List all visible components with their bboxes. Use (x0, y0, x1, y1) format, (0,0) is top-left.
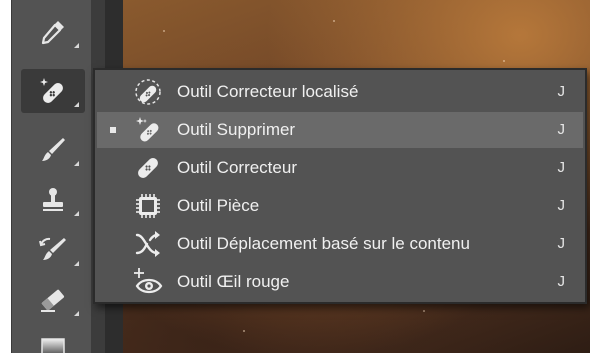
brush-icon (42, 138, 65, 161)
healing-brush-icon (133, 153, 163, 183)
canvas-speck (243, 330, 245, 332)
tool-flyout-menu: Outil Correcteur localisé J Outil Suppri… (93, 68, 587, 304)
canvas-speck (423, 310, 425, 312)
menu-item-label: Outil Déplacement basé sur le contenu (177, 234, 470, 253)
menu-item-label: Outil Correcteur (177, 158, 297, 177)
eraser-tool[interactable] (21, 278, 85, 322)
history-brush-icon (39, 237, 66, 260)
menu-item-label: Outil Correcteur localisé (177, 82, 359, 101)
menu-item-shortcut: J (557, 121, 566, 138)
gradient-icon (41, 338, 65, 353)
patch-icon (133, 191, 163, 221)
menu-item-patch[interactable]: Outil Pièce J (97, 188, 583, 224)
content-aware-move-icon (133, 229, 163, 259)
healing-bandage-sparkle-icon (40, 78, 63, 103)
red-eye-icon (133, 267, 163, 297)
remove-tool-icon (133, 115, 163, 145)
menu-item-label: Outil Supprimer (177, 120, 296, 139)
tool-group-indicator (74, 43, 79, 48)
tool-group-indicator (74, 311, 79, 316)
menu-item-shortcut: J (557, 197, 566, 214)
tool-group-indicator (74, 161, 79, 166)
tool-group-indicator (74, 211, 79, 216)
stamp-icon (43, 188, 63, 211)
selected-indicator (110, 127, 116, 133)
menu-item-content-aware-move[interactable]: Outil Déplacement basé sur le contenu J (97, 226, 583, 262)
menu-item-shortcut: J (557, 235, 566, 252)
clone-stamp-tool[interactable] (21, 178, 85, 222)
canvas-speck (333, 20, 335, 22)
menu-item-label: Outil Œil rouge (177, 272, 290, 291)
menu-item-spot-healing-brush[interactable]: Outil Correcteur localisé J (97, 74, 583, 110)
canvas-speck (503, 60, 505, 62)
menu-item-shortcut: J (557, 159, 566, 176)
menu-item-shortcut: J (557, 273, 566, 290)
spot-healing-brush-icon (133, 77, 163, 107)
eraser-icon (41, 289, 65, 312)
spot-healing-tool[interactable] (21, 69, 85, 113)
canvas-speck (163, 30, 165, 32)
photoshop-window: Outil Correcteur localisé J Outil Suppri… (0, 0, 590, 353)
eyedropper-tool[interactable] (21, 10, 85, 54)
tool-group-indicator (74, 261, 79, 266)
menu-item-healing-brush[interactable]: Outil Correcteur J (97, 150, 583, 186)
menu-item-label: Outil Pièce (177, 196, 260, 215)
menu-item-red-eye[interactable]: Outil Œil rouge J (97, 264, 583, 300)
brush-tool[interactable] (21, 128, 85, 172)
tool-group-indicator (74, 102, 79, 107)
menu-item-remove-tool[interactable]: Outil Supprimer J (97, 112, 583, 148)
menu-item-shortcut: J (557, 83, 566, 100)
eyedropper-icon (41, 21, 64, 45)
history-brush-tool[interactable] (21, 228, 85, 272)
gradient-tool[interactable] (21, 326, 85, 353)
